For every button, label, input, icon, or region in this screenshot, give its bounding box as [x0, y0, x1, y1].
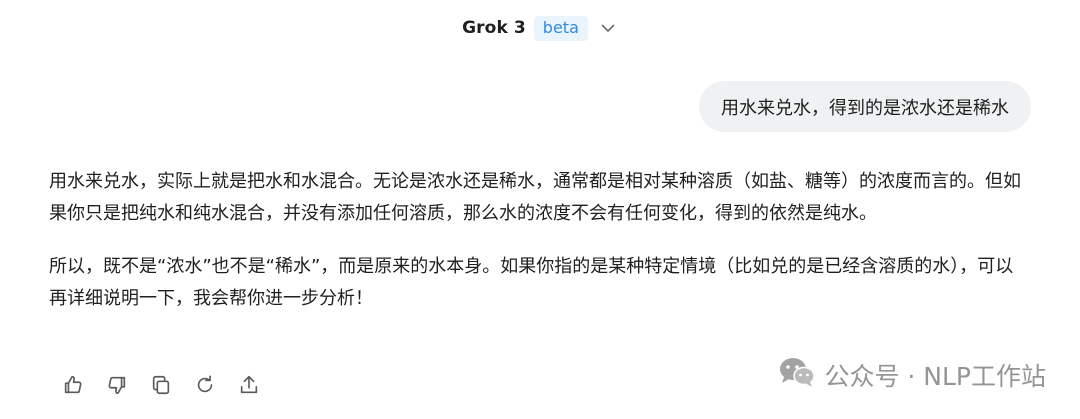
user-message-bubble: 用水来兑水，得到的是浓水还是稀水 — [699, 81, 1031, 132]
assistant-reply: 用水来兑水，实际上就是把水和水混合。无论是浓水还是稀水，通常都是相对某种溶质（如… — [49, 166, 1031, 336]
chat-header: Grok 3 beta — [0, 14, 1080, 42]
thumbs-up-icon[interactable] — [58, 372, 88, 398]
thumbs-down-icon[interactable] — [102, 372, 132, 398]
beta-badge: beta — [533, 15, 588, 41]
chat-page: Grok 3 beta 用水来兑水，得到的是浓水还是稀水 用水来兑水，实际上就是… — [0, 0, 1080, 419]
reply-paragraph: 用水来兑水，实际上就是把水和水混合。无论是浓水还是稀水，通常都是相对某种溶质（如… — [49, 171, 1021, 224]
watermark: 公众号 · NLP工作站 — [778, 356, 1046, 394]
copy-icon[interactable] — [146, 372, 176, 398]
message-actions — [58, 372, 264, 398]
share-icon[interactable] — [234, 372, 264, 398]
watermark-text: 公众号 · NLP工作站 — [824, 362, 1046, 391]
chevron-down-icon[interactable] — [598, 18, 618, 38]
regenerate-icon[interactable] — [190, 372, 220, 398]
model-name[interactable]: Grok 3 — [462, 18, 526, 38]
wechat-icon — [778, 356, 816, 394]
reply-paragraph: 所以，既不是“浓水”也不是“稀水”，而是原来的水本身。如果你指的是某种特定情境（… — [49, 256, 1014, 309]
